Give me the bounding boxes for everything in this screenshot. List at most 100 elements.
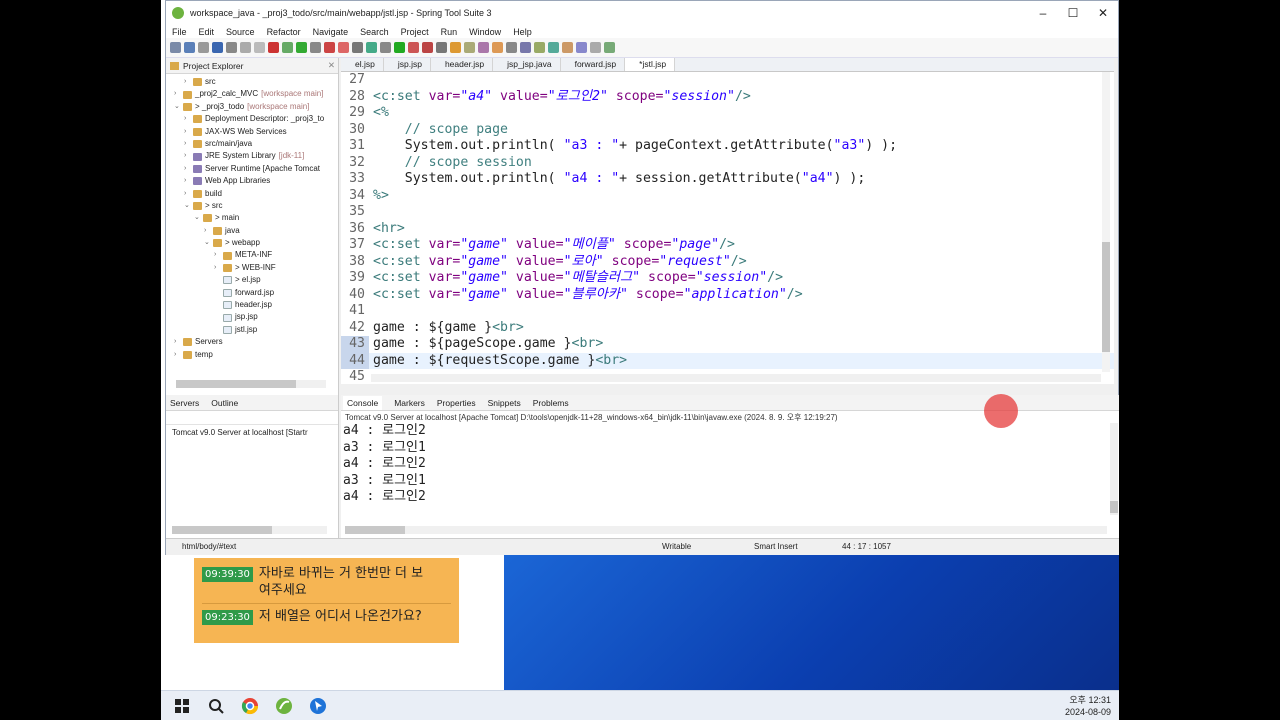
tree-item[interactable]: header.jsp (166, 299, 338, 311)
menu-item-file[interactable]: File (166, 27, 193, 37)
editor-tab[interactable]: el.jsp (341, 58, 384, 71)
toolbar-icon[interactable] (380, 42, 391, 53)
toolbar-icon[interactable] (604, 42, 615, 53)
menu-item-run[interactable]: Run (435, 27, 464, 37)
editor-vscrollbar[interactable] (1102, 72, 1110, 372)
editor-tab[interactable]: jsp_jsp.java (493, 58, 561, 71)
toolbar-icon[interactable] (450, 42, 461, 53)
toolbar-icon[interactable] (534, 42, 545, 53)
toolbar-icon[interactable] (268, 42, 279, 53)
editor-hscrollbar[interactable] (371, 374, 1101, 382)
chevron-icon[interactable]: ⌄ (204, 237, 210, 249)
tree-item[interactable]: ⌄ > webapp (166, 237, 338, 249)
chevron-icon[interactable]: › (184, 138, 190, 150)
toolbar-icon[interactable] (590, 42, 601, 53)
tree-item[interactable]: › Server Runtime [Apache Tomcat (166, 163, 338, 175)
chevron-icon[interactable]: › (184, 113, 190, 125)
windows-start-icon[interactable] (169, 693, 195, 719)
chevron-icon[interactable]: ⌄ (184, 200, 190, 212)
chevron-icon[interactable]: › (214, 262, 220, 274)
tree-item[interactable]: › JRE System Library [jdk-11] (166, 150, 338, 162)
editor-tab[interactable]: forward.jsp (561, 58, 626, 71)
tree-item[interactable]: › Deployment Descriptor: _proj3_to (166, 113, 338, 125)
project-explorer-title[interactable]: Project Explorer (183, 61, 243, 71)
app-icon[interactable] (305, 693, 331, 719)
toolbar-icon[interactable] (240, 42, 251, 53)
toolbar-icon[interactable] (184, 42, 195, 53)
console-tab-properties[interactable]: Properties (437, 398, 476, 408)
system-clock[interactable]: 오후 12:31 2024-08-09 (1065, 694, 1111, 718)
toolbar-icon[interactable] (170, 42, 181, 53)
toolbar-icon[interactable] (394, 42, 405, 53)
toolbar-icon[interactable] (366, 42, 377, 53)
toolbar-icon[interactable] (478, 42, 489, 53)
editor-tab[interactable]: jsp.jsp (384, 58, 431, 71)
tree-item[interactable]: › java (166, 225, 338, 237)
toolbar-icon[interactable] (254, 42, 265, 53)
minimize-button[interactable]: – (1028, 6, 1058, 20)
chevron-icon[interactable]: › (184, 188, 190, 200)
explorer-hscrollbar[interactable] (176, 380, 326, 388)
menu-item-window[interactable]: Window (463, 27, 507, 37)
tree-item[interactable]: › Servers (166, 336, 338, 348)
toolbar-icon[interactable] (212, 42, 223, 53)
toolbar-icon[interactable] (436, 42, 447, 53)
tree-item[interactable]: ⌄ > main (166, 212, 338, 224)
menu-item-search[interactable]: Search (354, 27, 395, 37)
toolbar-icon[interactable] (282, 42, 293, 53)
console-vscrollbar[interactable] (1110, 423, 1118, 515)
tree-item[interactable]: › src/main/java (166, 138, 338, 150)
menu-item-source[interactable]: Source (220, 27, 261, 37)
tree-item[interactable]: > el.jsp (166, 274, 338, 286)
editor-tab[interactable]: *jstl.jsp (625, 58, 676, 71)
tree-item[interactable]: › build (166, 188, 338, 200)
menu-item-edit[interactable]: Edit (193, 27, 221, 37)
toolbar-icon[interactable] (562, 42, 573, 53)
tree-item[interactable]: › JAX-WS Web Services (166, 126, 338, 138)
server-entry[interactable]: Tomcat v9.0 Server at localhost [Startr (166, 425, 338, 440)
search-icon[interactable] (203, 693, 229, 719)
chevron-icon[interactable]: ⌄ (194, 212, 200, 224)
tree-item[interactable]: forward.jsp (166, 287, 338, 299)
menu-item-navigate[interactable]: Navigate (307, 27, 355, 37)
toolbar-icon[interactable] (492, 42, 503, 53)
toolbar-icon[interactable] (408, 42, 419, 53)
toolbar-icon[interactable] (226, 42, 237, 53)
chevron-icon[interactable]: › (184, 175, 190, 187)
chevron-icon[interactable]: › (174, 336, 180, 348)
chevron-icon[interactable]: ⌄ (174, 101, 180, 113)
toolbar-icon[interactable] (464, 42, 475, 53)
toolbar-icon[interactable] (310, 42, 321, 53)
tree-item[interactable]: ⌄ > _proj3_todo [workspace main] (166, 101, 338, 113)
console-tab-problems[interactable]: Problems (533, 398, 569, 408)
toolbar-icon[interactable] (576, 42, 587, 53)
spring-tool-suite-icon[interactable] (271, 693, 297, 719)
chevron-icon[interactable]: › (174, 349, 180, 361)
tree-item[interactable]: › > WEB-INF (166, 262, 338, 274)
console-tab-markers[interactable]: Markers (394, 398, 425, 408)
toolbar-icon[interactable] (338, 42, 349, 53)
tree-item[interactable]: › META-INF (166, 249, 338, 261)
close-button[interactable]: ✕ (1088, 6, 1118, 20)
toolbar-icon[interactable] (548, 42, 559, 53)
toolbar-icon[interactable] (422, 42, 433, 53)
toolbar-icon[interactable] (296, 42, 307, 53)
toolbar-icon[interactable] (520, 42, 531, 53)
tree-item[interactable]: ⌄ > src (166, 200, 338, 212)
menu-item-refactor[interactable]: Refactor (261, 27, 307, 37)
chevron-icon[interactable]: › (174, 88, 180, 100)
menu-item-help[interactable]: Help (507, 27, 538, 37)
console-hscrollbar[interactable] (345, 526, 1107, 534)
maximize-button[interactable]: ☐ (1058, 6, 1088, 20)
toolbar-icon[interactable] (506, 42, 517, 53)
tree-item[interactable]: jsp.jsp (166, 311, 338, 323)
console-tab-snippets[interactable]: Snippets (488, 398, 521, 408)
tree-item[interactable]: › src (166, 76, 338, 88)
chevron-icon[interactable]: › (214, 249, 220, 261)
outline-tab[interactable]: Outline (211, 398, 238, 408)
close-icon[interactable]: ✕ (328, 60, 338, 71)
chevron-icon[interactable]: › (184, 150, 190, 162)
toolbar-icon[interactable] (198, 42, 209, 53)
tree-item[interactable]: jstl.jsp (166, 324, 338, 336)
tree-item[interactable]: › Web App Libraries (166, 175, 338, 187)
